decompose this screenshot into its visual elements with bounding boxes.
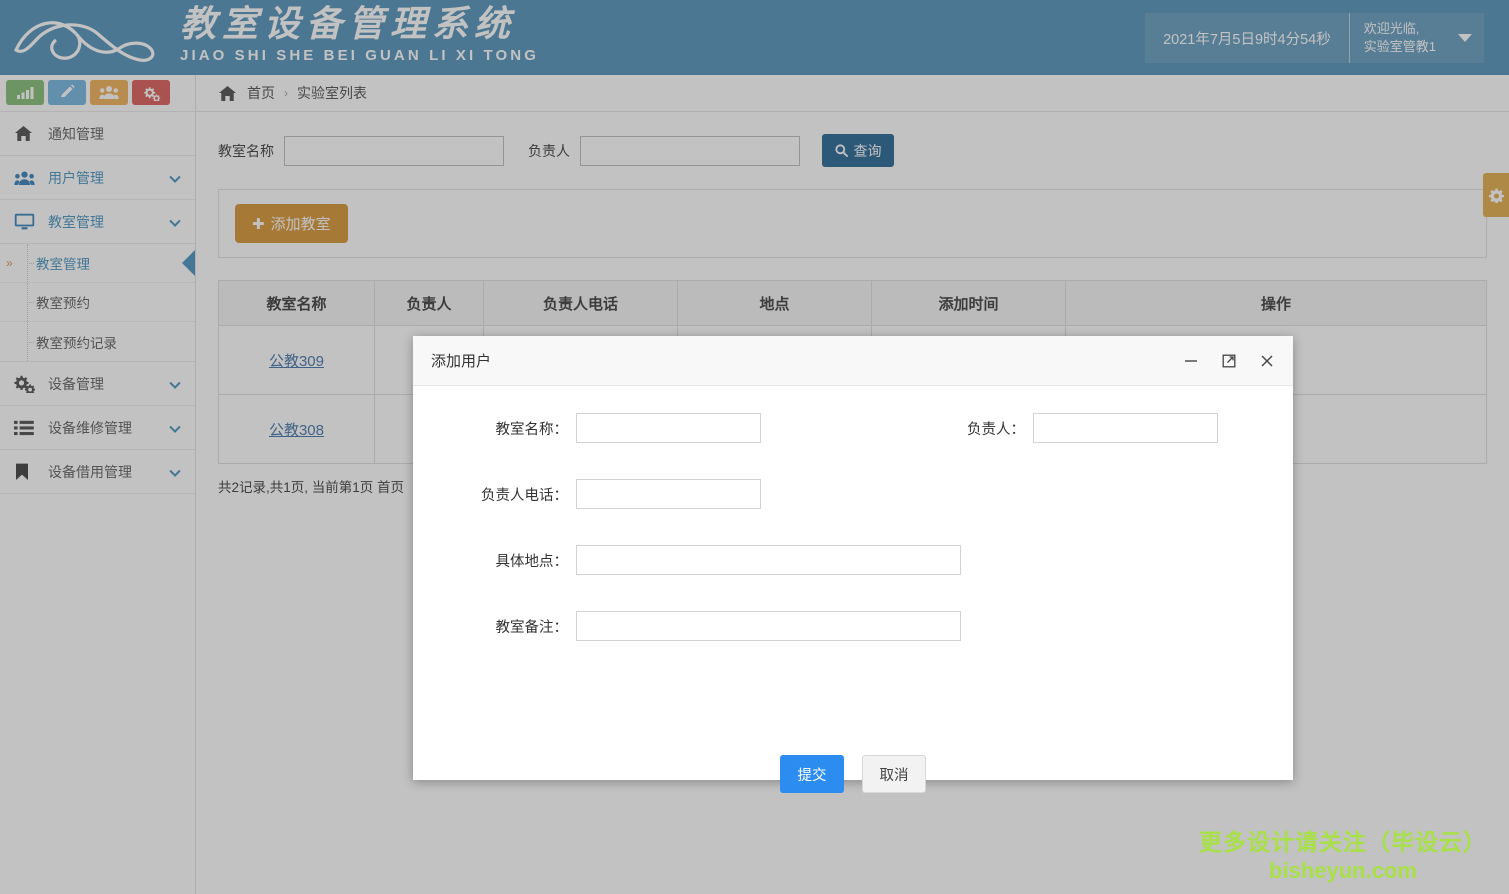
classroom-name-label: 教室名称： xyxy=(495,421,569,438)
form-row-4: 教室备注： xyxy=(413,611,1293,641)
cancel-button[interactable]: 取消 xyxy=(862,755,926,793)
modal-footer: 提交 取消 xyxy=(413,755,1293,807)
remark-label: 教室备注： xyxy=(495,619,569,636)
app-root: 教室设备管理系统 JIAO SHI SHE BEI GUAN LI XI TON… xyxy=(0,0,1509,894)
modal-body: 教室名称： 负责人： 负责人电话： 具体地点： 教室备注： xyxy=(413,413,1293,755)
owner-label: 负责人： xyxy=(967,421,1025,438)
address-label: 具体地点： xyxy=(495,553,569,570)
form-row-3: 具体地点： xyxy=(413,545,1293,575)
modal-title-bar: 添加用户 xyxy=(413,336,1293,386)
minimize-icon[interactable] xyxy=(1181,351,1201,371)
maximize-icon[interactable] xyxy=(1219,351,1239,371)
close-icon[interactable] xyxy=(1257,351,1277,371)
form-row-2: 负责人电话： xyxy=(413,479,1293,509)
classroom-name-field[interactable] xyxy=(576,413,761,443)
modal-controls xyxy=(1181,351,1277,371)
modal-title: 添加用户 xyxy=(431,353,492,370)
owner-phone-label: 负责人电话： xyxy=(481,487,568,504)
submit-button[interactable]: 提交 xyxy=(780,755,844,793)
owner-field[interactable] xyxy=(1033,413,1218,443)
address-field[interactable] xyxy=(576,545,961,575)
owner-phone-field[interactable] xyxy=(576,479,761,509)
form-row-1: 教室名称： 负责人： xyxy=(413,413,1293,443)
add-classroom-modal: 添加用户 教室名称： 负责人： 负责人电话： 具体地点： 教室备注： 提交 取消 xyxy=(413,336,1293,793)
remark-field[interactable] xyxy=(576,611,961,641)
